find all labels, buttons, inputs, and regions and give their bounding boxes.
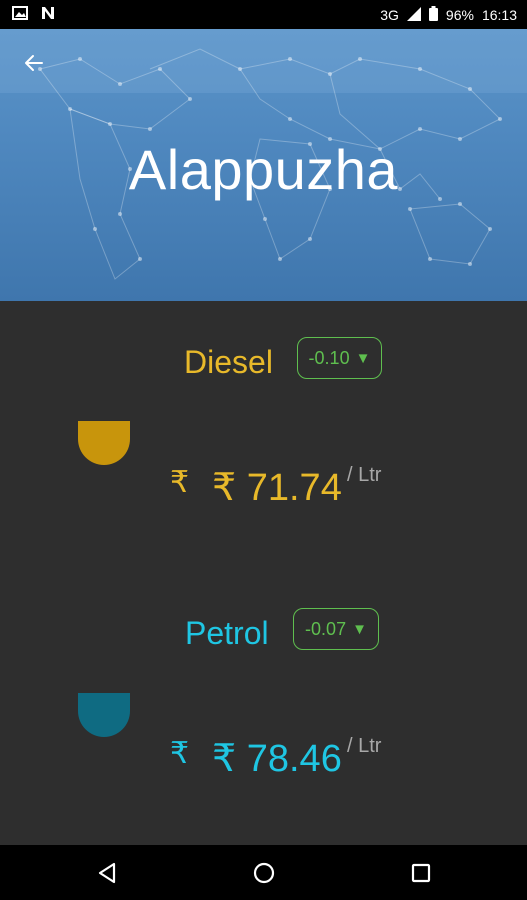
fuel-drop-icon-petrol [78,693,130,737]
price-change-badge-petrol: -0.07 ▼ [293,608,379,650]
price-diesel: ₹ 71.74 [212,467,342,509]
status-bar-notifications [12,6,56,23]
price-unit: / Ltr [347,735,382,757]
down-triangle-icon: ▼ [352,620,367,638]
network-type: 3G [380,7,399,23]
fuel-name-diesel: Diesel [184,344,273,380]
clock: 16:13 [481,7,517,23]
nav-home-button[interactable] [248,857,280,889]
rupee-icon: ₹ [170,737,190,770]
price-change-value: -0.10 [308,347,350,368]
back-button[interactable] [18,47,50,79]
triangle-back-icon [98,862,116,884]
battery-icon [428,6,438,24]
price-change-value: -0.07 [305,618,347,639]
battery-percent: 96% [445,7,474,23]
n-notification-icon [40,6,56,23]
square-recents-icon [411,863,431,883]
arrow-left-icon [25,55,43,71]
nav-back-button[interactable] [92,857,124,889]
image-notification-icon [12,6,28,23]
price-unit: / Ltr [347,464,382,486]
rupee-icon: ₹ [170,466,190,499]
status-bar-indicators: 3G 96% 16:13 [380,6,517,24]
price-petrol: ₹ 78.46 [212,738,342,780]
city-header-banner: Alappuzha [0,29,527,301]
price-change-badge-diesel: -0.10 ▼ [297,337,382,379]
down-triangle-icon: ▼ [355,349,371,367]
circle-home-icon [253,862,275,884]
nav-recents-button[interactable] [405,857,437,889]
system-navigation-bar [0,845,527,900]
fuel-name-petrol: Petrol [185,615,269,651]
city-title: Alappuzha [128,138,399,201]
signal-icon [406,6,421,24]
fuel-drop-icon-diesel [78,421,130,465]
status-bar: 3G 96% 16:13 [0,0,527,29]
